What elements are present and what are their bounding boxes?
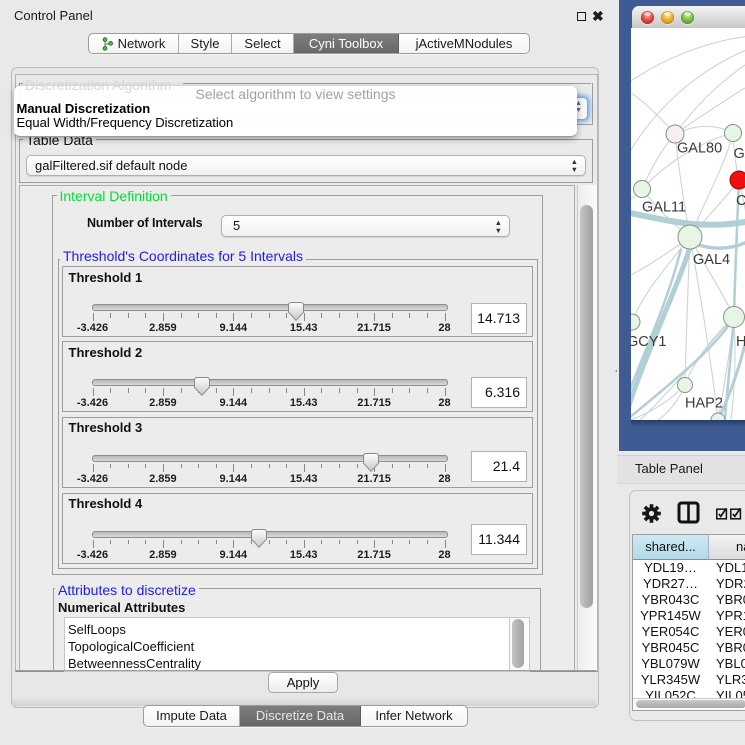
svg-text:GAL80: GAL80 — [677, 141, 722, 157]
svg-text:GCY1: GCY1 — [631, 334, 667, 350]
svg-text:HA: HA — [736, 334, 745, 350]
svg-text:CR: CR — [736, 193, 745, 209]
svg-text:GA: GA — [734, 146, 745, 162]
svg-text:HAP2: HAP2 — [685, 396, 723, 412]
svg-text:GAL4: GAL4 — [693, 252, 730, 268]
svg-text:GAL11: GAL11 — [642, 200, 686, 216]
